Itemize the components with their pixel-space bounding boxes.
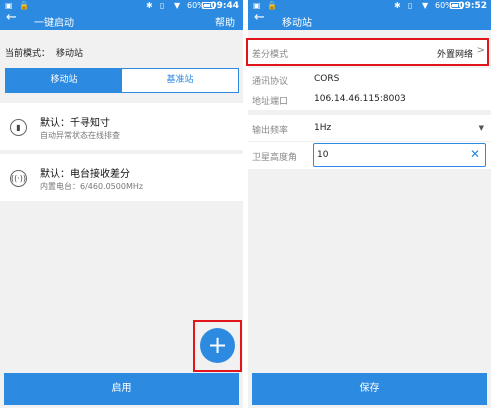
phone-icon: ▮	[10, 119, 27, 136]
add-preset-button[interactable]: +	[200, 328, 235, 363]
bluetooth-icon: ✱	[394, 1, 401, 10]
clock: 09:52	[458, 1, 487, 11]
address-port-label: 地址端口	[252, 97, 289, 107]
output-rate-label: 输出频率	[252, 126, 289, 136]
radio-icon: ((·))	[10, 170, 27, 187]
tab-rover[interactable]: 移动站	[6, 69, 122, 92]
wifi-icon: ▼	[422, 1, 429, 10]
differential-mode-row[interactable]: 差分模式 外置网络 >	[246, 38, 489, 66]
bluetooth-icon: ✱	[146, 1, 153, 10]
clock: 09:44	[210, 1, 239, 11]
preset-card-qianxun[interactable]: ▮ 默认：千寻知寸 自动异常状态在线排查	[0, 103, 243, 150]
back-arrow-icon[interactable]: ←	[6, 11, 17, 25]
back-arrow-icon[interactable]: ←	[254, 11, 265, 25]
page-title: 一键启动	[34, 18, 74, 29]
current-mode-row: 当前模式： 移动站	[0, 38, 243, 64]
address-port-value: 106.14.46.115:8003	[314, 94, 406, 104]
mode-tabs: 移动站 基准站	[5, 68, 239, 93]
cutoff-angle-input[interactable]: 10 ✕	[313, 143, 486, 167]
preset-card-radio[interactable]: ((·)) 默认：电台接收差分 内置电台：6/460.0500MHz	[0, 154, 243, 201]
right-top-bar: ▣ 🔒 ✱ ▯ ▼ 60% 09:52 ← 移动站	[248, 0, 491, 30]
lock-notification-icon: 🔒	[19, 1, 29, 10]
start-button[interactable]: 启用	[4, 373, 239, 405]
clear-icon[interactable]: ✕	[470, 147, 480, 161]
vibrate-icon: ▯	[408, 1, 413, 10]
tab-base[interactable]: 基准站	[122, 69, 238, 92]
save-button[interactable]: 保存	[252, 373, 487, 405]
add-button-highlight: +	[193, 320, 242, 372]
mode-value: 移动站	[56, 49, 84, 59]
protocol-value: CORS	[314, 74, 340, 84]
wifi-icon: ▼	[174, 1, 181, 10]
protocol-label: 通讯协议	[252, 77, 289, 87]
chevron-right-icon: >	[476, 45, 485, 56]
cutoff-angle-label: 卫星高度角	[252, 153, 298, 163]
cutoff-angle-value: 10	[317, 150, 329, 160]
left-screen: ▣ 🔒 ✱ ▯ ▼ 60% 09:44 ← 一键启动 帮助 当前模式： 移动站 …	[0, 0, 243, 408]
protocol-row: 通讯协议 CORS	[248, 68, 491, 90]
plus-icon: +	[207, 331, 228, 359]
page-title: 移动站	[282, 18, 312, 29]
vibrate-icon: ▯	[160, 1, 165, 10]
card-title: 默认：千寻知寸	[40, 118, 110, 129]
card-subtitle: 内置电台：6/460.0500MHz	[40, 182, 144, 191]
card-title: 默认：电台接收差分	[40, 169, 130, 180]
card-subtitle: 自动异常状态在线排查	[40, 131, 120, 140]
output-rate-row[interactable]: 输出频率 1Hz ▼	[248, 115, 491, 141]
differential-mode-value: 外置网络	[436, 50, 473, 60]
image-notification-icon: ▣	[5, 1, 13, 10]
lock-notification-icon: 🔒	[267, 1, 277, 10]
help-button[interactable]: 帮助	[215, 14, 235, 29]
output-rate-value: 1Hz	[314, 123, 332, 133]
left-status-bar: ▣ 🔒 ✱ ▯ ▼ 60% 09:44	[0, 0, 243, 13]
right-status-bar: ▣ 🔒 ✱ ▯ ▼ 60% 09:52	[248, 0, 491, 13]
differential-mode-label: 差分模式	[252, 50, 289, 60]
dropdown-arrow-icon: ▼	[478, 124, 484, 132]
address-port-row: 地址端口 106.14.46.115:8003	[248, 88, 491, 110]
mode-label: 当前模式：	[5, 49, 51, 59]
image-notification-icon: ▣	[253, 1, 261, 10]
left-top-bar: ▣ 🔒 ✱ ▯ ▼ 60% 09:44 ← 一键启动 帮助	[0, 0, 243, 30]
